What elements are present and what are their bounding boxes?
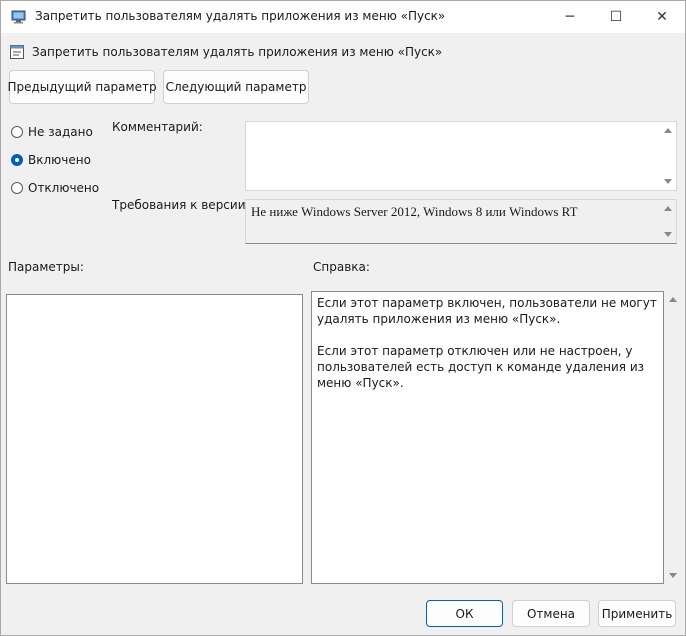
cancel-button[interactable]: Отмена [512, 600, 590, 627]
scroll-up-icon[interactable] [669, 297, 677, 302]
close-icon: ✕ [656, 9, 668, 25]
comment-label: Комментарий: [112, 120, 203, 134]
scroll-down-icon[interactable] [669, 573, 677, 578]
scroll-up-icon[interactable] [664, 206, 672, 211]
policy-header: Запретить пользователям удалять приложен… [9, 43, 442, 61]
minimize-icon: ─ [565, 9, 575, 25]
scroll-down-icon[interactable] [664, 179, 672, 184]
comment-scrollbar[interactable] [660, 122, 676, 190]
next-setting-button[interactable]: Следующий параметр [163, 70, 309, 104]
version-value: Не ниже Windows Server 2012, Windows 8 и… [251, 204, 578, 219]
radio-not-configured[interactable]: Не задано [11, 125, 93, 139]
help-paragraph: Если этот параметр отключен или не настр… [317, 344, 645, 390]
radio-circle[interactable] [11, 126, 23, 138]
help-paragraph: Если этот параметр включен, пользователи… [317, 296, 657, 326]
help-scrollbar[interactable] [665, 291, 681, 584]
radio-circle[interactable] [11, 154, 23, 166]
policy-setting-icon [10, 45, 24, 59]
version-requirements-field[interactable]: Не ниже Windows Server 2012, Windows 8 и… [245, 199, 677, 244]
previous-setting-button[interactable]: Предыдущий параметр [7, 70, 157, 104]
radio-circle[interactable] [11, 182, 23, 194]
scroll-down-icon[interactable] [664, 232, 672, 237]
minimize-button[interactable]: ─ [547, 1, 593, 33]
close-button[interactable]: ✕ [639, 1, 685, 33]
policy-dialog: Запретить пользователям удалять приложен… [0, 0, 686, 636]
radio-label: Отключено [28, 181, 100, 195]
radio-label: Включено [28, 153, 91, 167]
help-label: Справка: [313, 260, 370, 274]
radio-disabled[interactable]: Отключено [11, 181, 99, 195]
policy-title: Запретить пользователям удалять приложен… [32, 45, 443, 59]
window-title: Запретить пользователям удалять приложен… [35, 9, 446, 23]
scroll-up-icon[interactable] [664, 128, 672, 133]
version-scrollbar[interactable] [660, 200, 676, 243]
comment-field[interactable] [245, 121, 677, 191]
version-label: Требования к версии: [112, 198, 250, 212]
maximize-button[interactable]: ☐ [593, 1, 639, 33]
options-panel[interactable] [6, 294, 303, 584]
radio-enabled[interactable]: Включено [11, 153, 91, 167]
maximize-icon: ☐ [609, 9, 623, 25]
title-bar[interactable]: Запретить пользователям удалять приложен… [1, 1, 685, 33]
ok-button[interactable]: ОК [426, 600, 503, 627]
apply-button[interactable]: Применить [598, 600, 676, 627]
options-label: Параметры: [8, 260, 84, 274]
radio-label: Не задано [28, 125, 93, 139]
help-panel[interactable]: Если этот параметр включен, пользователи… [311, 291, 664, 584]
group-policy-app-icon [11, 10, 26, 24]
